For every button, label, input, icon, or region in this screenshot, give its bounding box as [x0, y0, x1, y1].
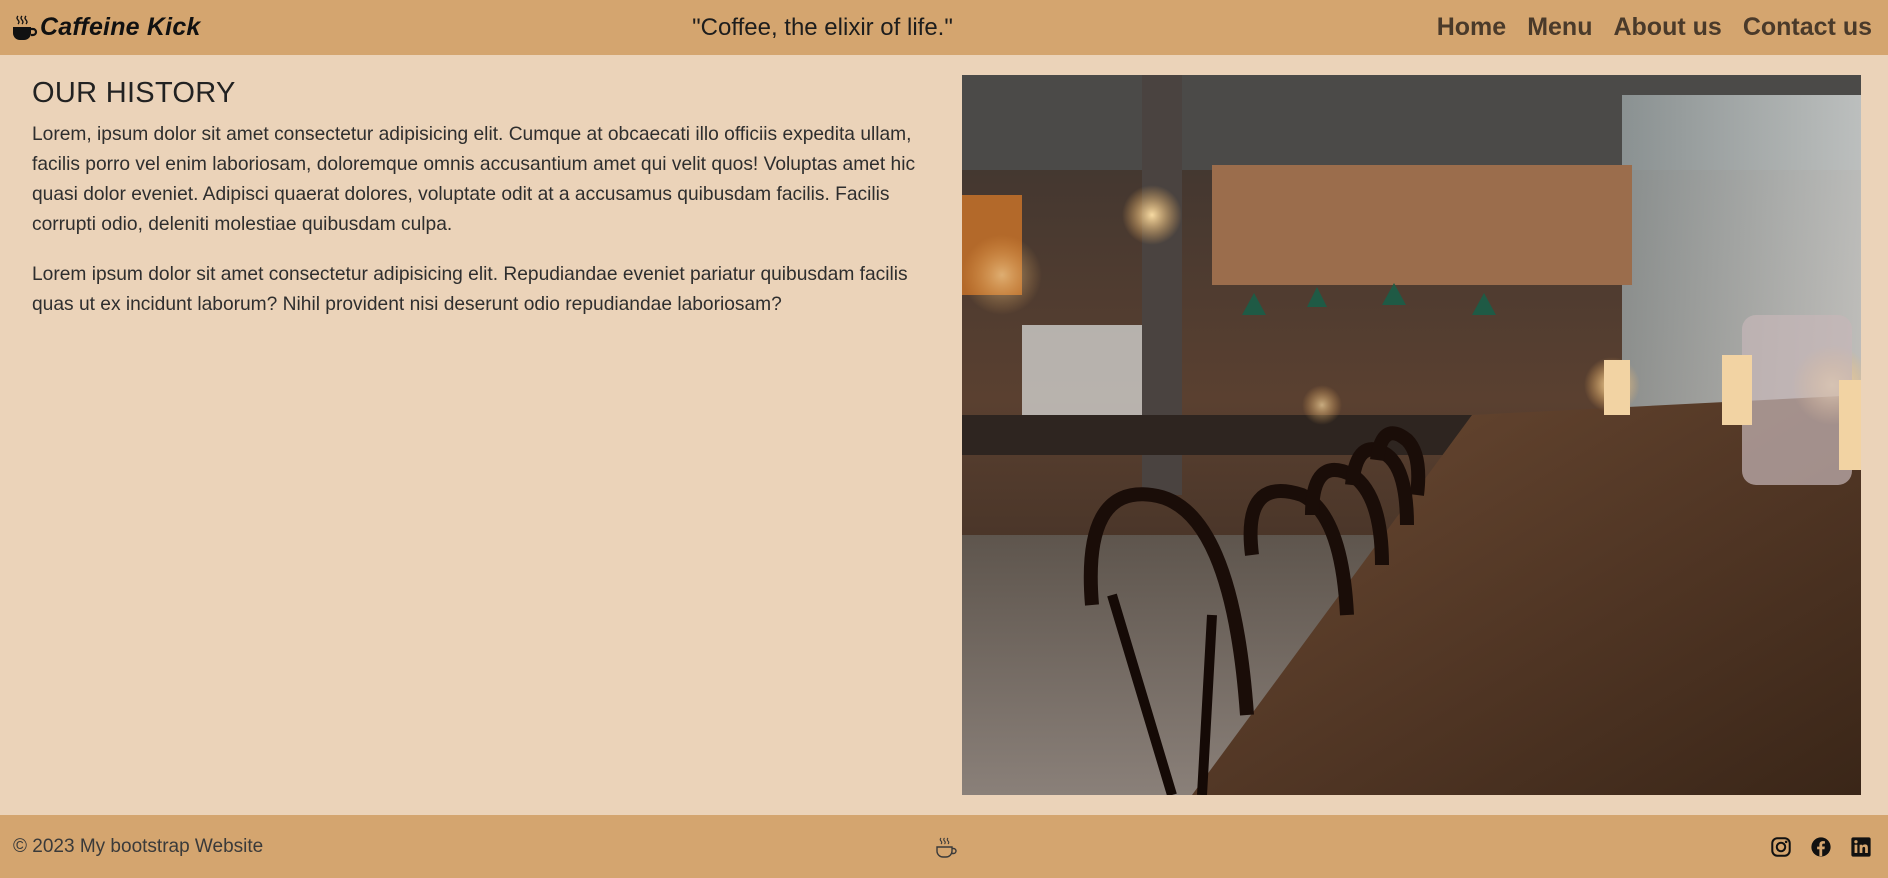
social-links: [1770, 815, 1872, 878]
main-content: OUR HISTORY Lorem, ipsum dolor sit amet …: [0, 55, 1888, 815]
section-heading: OUR HISTORY: [32, 77, 236, 109]
navbar: Caffeine Kick "Coffee, the elixir of lif…: [0, 0, 1888, 55]
footer: © 2023 My bootstrap Website: [0, 815, 1888, 878]
facebook-icon[interactable]: [1810, 836, 1832, 858]
nav-link-menu[interactable]: Menu: [1527, 13, 1592, 42]
instagram-icon[interactable]: [1770, 836, 1792, 858]
cafe-interior-photo: [962, 75, 1861, 795]
linkedin-icon[interactable]: [1850, 836, 1872, 858]
tagline: "Coffee, the elixir of life.": [692, 13, 953, 41]
nav-link-contact-us[interactable]: Contact us: [1743, 13, 1872, 42]
copyright-text: © 2023 My bootstrap Website: [13, 835, 264, 857]
nav-link-home[interactable]: Home: [1437, 13, 1506, 42]
nav-links: Home Menu About us Contact us: [1437, 0, 1872, 55]
history-paragraph-2: Lorem ipsum dolor sit amet consectetur a…: [32, 264, 908, 315]
nav-link-about-us[interactable]: About us: [1613, 13, 1721, 42]
history-paragraph-1: Lorem, ipsum dolor sit amet consectetur …: [32, 124, 916, 235]
history-section: OUR HISTORY Lorem, ipsum dolor sit amet …: [32, 77, 937, 340]
coffee-cup-icon: [936, 837, 957, 858]
